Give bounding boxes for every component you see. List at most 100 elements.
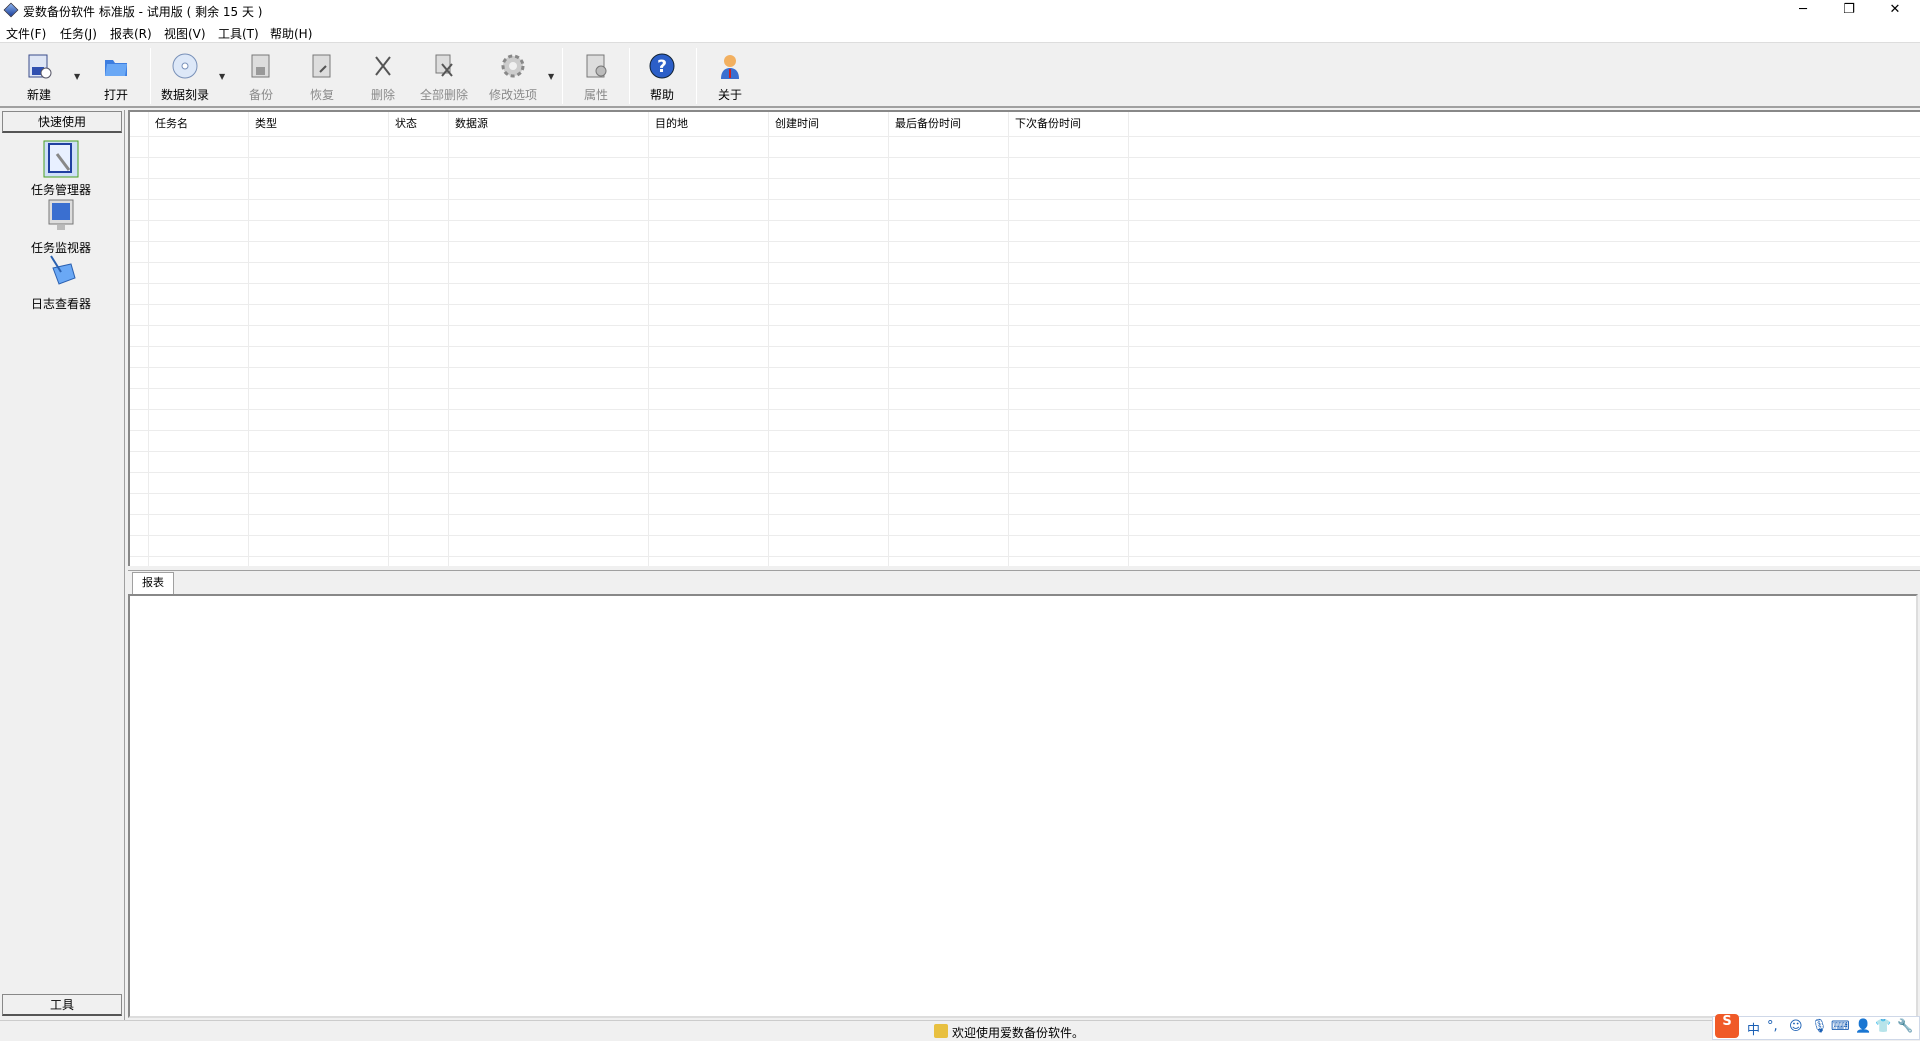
grid-row-line (130, 220, 1920, 221)
column-task-name[interactable]: 任务名 (149, 112, 249, 566)
grid-row-line (130, 199, 1920, 200)
close-button[interactable]: ✕ (1872, 0, 1918, 22)
status-text: 欢迎使用爱数备份软件。 (952, 1026, 1085, 1040)
grid-row-line (130, 346, 1920, 347)
backup-button[interactable]: 备份 (232, 48, 290, 104)
minimize-button[interactable]: ─ (1780, 0, 1826, 22)
properties-button[interactable]: 属性 (567, 48, 625, 104)
quick-access-panel: 快速使用 任务管理器 任务监视器 日志查看器 工具 (0, 110, 125, 1020)
grid-row-line (130, 472, 1920, 473)
delete-x-icon (375, 56, 391, 76)
grid-row-line (130, 514, 1920, 515)
ime-keyboard-icon[interactable]: ⌨ (1831, 1019, 1850, 1034)
help-button[interactable]: ? 帮助 (633, 48, 691, 104)
properties-icon (586, 54, 607, 78)
app-icon (3, 2, 19, 18)
column-next-backup-time[interactable]: 下次备份时间 (1009, 112, 1129, 566)
column-status[interactable]: 状态 (389, 112, 449, 566)
toolbar-separator (629, 48, 630, 104)
column-data-source[interactable]: 数据源 (449, 112, 649, 566)
task-manager-item[interactable]: 任务管理器 (0, 140, 122, 198)
grid-row-line (130, 430, 1920, 431)
delete-all-button[interactable]: 全部删除 (415, 48, 473, 104)
menu-tools[interactable]: 工具(T) (218, 25, 259, 42)
menu-help[interactable]: 帮助(H) (270, 25, 312, 42)
toolbar-separator (562, 48, 563, 104)
grid-row-line (130, 325, 1920, 326)
task-monitor-item[interactable]: 任务监视器 (0, 198, 122, 256)
user-info-icon (721, 55, 739, 79)
grid-row-line (130, 535, 1920, 536)
menu-task[interactable]: 任务(J) (60, 25, 97, 42)
ime-skin-icon[interactable]: 👕 (1875, 1019, 1891, 1034)
data-burn-button[interactable]: 数据刻录 (156, 48, 214, 104)
grid-row-line (130, 493, 1920, 494)
new-task-icon (28, 54, 52, 79)
row-header-column (130, 112, 149, 566)
help-question-icon: ? (649, 53, 675, 79)
grid-row-line (130, 304, 1920, 305)
restore-button[interactable]: ❐ (1826, 0, 1872, 22)
about-button[interactable]: 关于 (701, 48, 759, 104)
column-created-time[interactable]: 创建时间 (769, 112, 889, 566)
monitor-icon (48, 199, 74, 230)
grid-row-line (130, 136, 1920, 137)
grid-row-line (130, 367, 1920, 368)
open-button[interactable]: 打开 (87, 48, 145, 104)
delete-all-icon (435, 54, 453, 77)
menu-report[interactable]: 报表(R) (110, 25, 152, 42)
grid-row-line (130, 451, 1920, 452)
menu-file[interactable]: 文件(F) (6, 25, 46, 42)
folder-open-icon (105, 60, 127, 76)
window-title: 爱数备份软件 标准版 - 试用版 ( 剩余 15 天 ) (23, 5, 263, 19)
new-dropdown-arrow[interactable]: ▼ (74, 72, 84, 81)
column-last-backup-time[interactable]: 最后备份时间 (889, 112, 1009, 566)
column-destination[interactable]: 目的地 (649, 112, 769, 566)
ime-chinese-mode[interactable]: 中 (1747, 1019, 1760, 1038)
log-viewer-icon (50, 255, 76, 285)
sogou-logo-icon[interactable]: S (1715, 1014, 1739, 1038)
ime-toolbar: S 中 °, ☺ 🎙 ⌨ 👤 👕 🔧 (1712, 1014, 1920, 1040)
grid-row-line (130, 283, 1920, 284)
grid-row-line (130, 157, 1920, 158)
title-bar: 爱数备份软件 标准版 - 试用版 ( 剩余 15 天 ) ─ ❐ ✕ (0, 0, 1920, 22)
menu-bar: 文件(F) 任务(J) 报表(R) 视图(V) 工具(T) 帮助(H) (0, 22, 1920, 43)
ime-emoji-icon[interactable]: ☺ (1789, 1019, 1803, 1034)
quick-access-header[interactable]: 快速使用 (2, 111, 122, 133)
restore-disk-icon (312, 54, 331, 78)
gear-icon (501, 54, 525, 78)
ime-voice-icon[interactable]: 🎙 (1811, 1019, 1828, 1034)
grid-row-line (130, 178, 1920, 179)
tools-button[interactable]: 工具 (2, 994, 122, 1016)
status-bar: 欢迎使用爱数备份软件。 (0, 1020, 1920, 1040)
report-tab-strip: 报表 (128, 570, 1920, 594)
ime-settings-icon[interactable]: 🔧 (1897, 1019, 1913, 1034)
toolbar-separator (696, 48, 697, 104)
log-viewer-item[interactable]: 日志查看器 (0, 254, 122, 312)
toolbar: 新建 ▼ 打开 数据刻录 ▼ 备份 恢复 删除 全部删除 修改选项 ▼ 属性 ?… (0, 44, 1920, 108)
grid-row-line (130, 388, 1920, 389)
restore-button[interactable]: 恢复 (293, 48, 351, 104)
grid-row-line (130, 241, 1920, 242)
grid-row-line (130, 556, 1920, 557)
column-type[interactable]: 类型 (249, 112, 389, 566)
options-dropdown-arrow[interactable]: ▼ (548, 72, 558, 81)
toolbar-separator (150, 48, 151, 104)
tab-report[interactable]: 报表 (132, 572, 174, 594)
new-button[interactable]: 新建 (10, 48, 68, 104)
disc-icon (172, 53, 198, 79)
delete-button[interactable]: 删除 (354, 48, 412, 104)
task-manager-icon (43, 140, 79, 178)
svg-text:?: ? (657, 57, 667, 77)
menu-view[interactable]: 视图(V) (164, 25, 206, 42)
modify-options-button[interactable]: 修改选项 (484, 48, 542, 104)
burn-dropdown-arrow[interactable]: ▼ (219, 72, 229, 81)
backup-disk-icon (251, 54, 270, 78)
status-info-icon (934, 1024, 948, 1038)
grid-row-line (130, 409, 1920, 410)
task-table[interactable]: 任务名 类型 状态 数据源 目的地 创建时间 最后备份时间 下次备份时间 (128, 110, 1920, 566)
report-panel (128, 594, 1918, 1018)
grid-row-line (130, 262, 1920, 263)
ime-user-icon[interactable]: 👤 (1855, 1019, 1871, 1034)
ime-punctuation[interactable]: °, (1767, 1019, 1778, 1034)
